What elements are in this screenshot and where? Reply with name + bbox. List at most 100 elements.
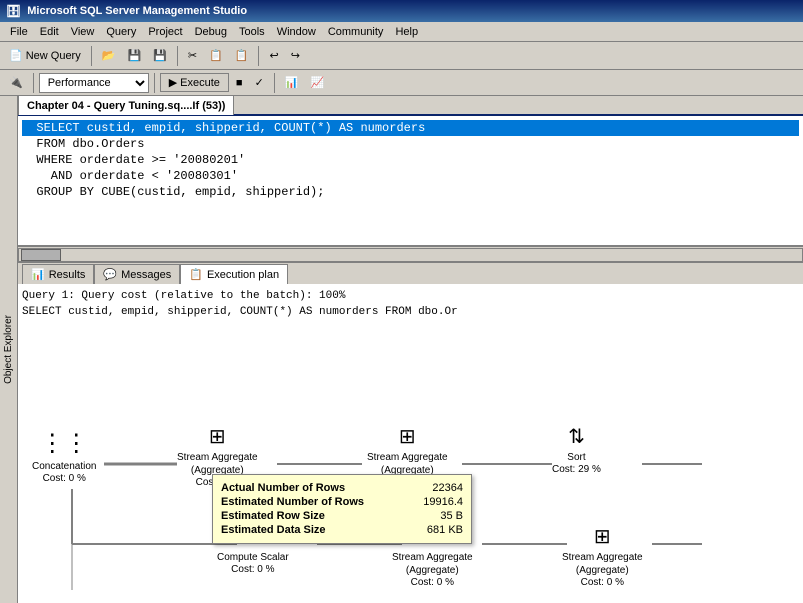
new-query-label: New Query bbox=[26, 50, 81, 62]
sql-line-4: AND orderdate < '20080301' bbox=[22, 168, 799, 184]
menu-help[interactable]: Help bbox=[389, 24, 424, 40]
tooltip-label-3: Estimated Row Size bbox=[221, 510, 325, 522]
concatenation-node[interactable]: ⋮⋮ Concatenation Cost: 0 % bbox=[32, 429, 97, 484]
app-title: Microsoft SQL Server Management Studio bbox=[27, 5, 247, 17]
toolbar-separator-1 bbox=[91, 46, 92, 66]
execution-plan-icon: 📋 bbox=[189, 268, 203, 281]
tooltip-value-3: 35 B bbox=[440, 510, 463, 522]
object-explorer-label: Object Explorer bbox=[3, 315, 14, 384]
toolbar2-sep3 bbox=[274, 73, 275, 93]
node-tooltip: Actual Number of Rows 22364 Estimated Nu… bbox=[212, 474, 472, 544]
stats-icon: 📈 bbox=[311, 76, 325, 89]
plan-header-line2: SELECT custid, empid, shipperid, COUNT(*… bbox=[22, 304, 799, 320]
new-query-icon: 📄 bbox=[9, 49, 23, 62]
stream-agg-4-node[interactable]: ⊞ Stream Aggregate(Aggregate) Cost: 0 % bbox=[562, 524, 643, 588]
execute-label: Execute bbox=[180, 77, 220, 89]
stream-agg-4-cost: Cost: 0 % bbox=[562, 577, 643, 588]
tooltip-row-2: Estimated Number of Rows 19916.4 bbox=[221, 495, 463, 509]
database-dropdown[interactable]: Performance bbox=[39, 73, 149, 93]
stop-icon: ■ bbox=[236, 77, 243, 89]
query-tab-label: Chapter 04 - Query Tuning.sq....If (53)) bbox=[27, 100, 225, 112]
toolbar-1: 📄 New Query 📂 💾 💾 ✂ 📋 📋 ↩ ↪ bbox=[0, 42, 803, 70]
menu-bar: File Edit View Query Project Debug Tools… bbox=[0, 22, 803, 42]
sql-line-3: WHERE orderdate >= '20080201' bbox=[22, 152, 799, 168]
menu-tools[interactable]: Tools bbox=[233, 24, 271, 40]
new-query-button[interactable]: 📄 New Query bbox=[4, 46, 86, 65]
save-button[interactable]: 💾 bbox=[122, 46, 146, 65]
messages-tab[interactable]: 💬 Messages bbox=[94, 264, 180, 284]
stream-agg-4-label: Stream Aggregate(Aggregate) bbox=[562, 551, 643, 577]
compute-scalar-1-cost: Cost: 0 % bbox=[217, 564, 289, 575]
sort-icon: ⇅ bbox=[552, 424, 601, 449]
plan-icon: 📊 bbox=[285, 76, 299, 89]
menu-debug[interactable]: Debug bbox=[189, 24, 233, 40]
menu-window[interactable]: Window bbox=[271, 24, 322, 40]
toolbar-separator-3 bbox=[258, 46, 259, 66]
sql-line-5: GROUP BY CUBE(custid, empid, shipperid); bbox=[22, 184, 799, 200]
undo-button[interactable]: ↩ bbox=[264, 46, 283, 65]
save-all-icon: 💾 bbox=[153, 49, 167, 62]
concatenation-icon: ⋮⋮ bbox=[32, 429, 97, 458]
menu-file[interactable]: File bbox=[4, 24, 34, 40]
stream-agg-2-icon: ⊞ bbox=[367, 424, 448, 449]
menu-view[interactable]: View bbox=[65, 24, 101, 40]
redo-icon: ↪ bbox=[291, 49, 300, 62]
stop-button[interactable]: ■ bbox=[231, 74, 248, 92]
plan-diagram[interactable]: ⋮⋮ Concatenation Cost: 0 % ⊞ Stream Aggr… bbox=[22, 324, 799, 590]
tooltip-value-4: 681 KB bbox=[427, 524, 463, 536]
execution-plan-panel: Query 1: Query cost (relative to the bat… bbox=[18, 284, 803, 603]
execution-plan-tab[interactable]: 📋 Execution plan bbox=[180, 264, 288, 284]
copy-button[interactable]: 📋 bbox=[204, 46, 228, 65]
sort-node[interactable]: ⇅ Sort Cost: 29 % bbox=[552, 424, 601, 475]
plan-header: Query 1: Query cost (relative to the bat… bbox=[22, 288, 799, 320]
query-tab-bar: Chapter 04 - Query Tuning.sq....If (53)) bbox=[18, 96, 803, 116]
execution-plan-label: Execution plan bbox=[207, 269, 279, 281]
sql-line-1: SELECT custid, empid, shipperid, COUNT(*… bbox=[22, 120, 799, 136]
menu-edit[interactable]: Edit bbox=[34, 24, 65, 40]
open-button[interactable]: 📂 bbox=[97, 46, 121, 65]
concatenation-cost: Cost: 0 % bbox=[32, 473, 97, 484]
paste-icon: 📋 bbox=[235, 49, 249, 62]
results-tab-icon: 📊 bbox=[31, 268, 45, 281]
tooltip-label-1: Actual Number of Rows bbox=[221, 482, 345, 494]
stream-agg-1-icon: ⊞ bbox=[177, 424, 258, 449]
concatenation-label: Concatenation bbox=[32, 460, 97, 473]
stream-agg-3-label: Stream Aggregate(Aggregate) bbox=[392, 551, 473, 577]
connect-button[interactable]: 🔌 bbox=[4, 73, 28, 92]
title-bar: 🗄 Microsoft SQL Server Management Studio bbox=[0, 0, 803, 22]
cut-button[interactable]: ✂ bbox=[183, 46, 202, 65]
redo-button[interactable]: ↪ bbox=[286, 46, 305, 65]
object-explorer-sidebar: Object Explorer bbox=[0, 96, 18, 603]
stream-agg-4-icon: ⊞ bbox=[562, 524, 643, 549]
results-tab[interactable]: 📊 Results bbox=[22, 264, 94, 284]
main-area: Object Explorer Chapter 04 - Query Tunin… bbox=[0, 96, 803, 603]
sql-editor[interactable]: SELECT custid, empid, shipperid, COUNT(*… bbox=[18, 116, 803, 246]
toolbar2-sep2 bbox=[154, 73, 155, 93]
sort-label: Sort bbox=[552, 451, 601, 464]
connect-icon: 🔌 bbox=[9, 76, 23, 89]
horizontal-scrollbar[interactable] bbox=[18, 246, 803, 262]
messages-tab-icon: 💬 bbox=[103, 268, 117, 281]
query-tab-item[interactable]: Chapter 04 - Query Tuning.sq....If (53)) bbox=[18, 95, 234, 115]
parse-button[interactable]: ✓ bbox=[250, 73, 269, 92]
sort-cost: Cost: 29 % bbox=[552, 464, 601, 475]
menu-project[interactable]: Project bbox=[142, 24, 188, 40]
save-icon: 💾 bbox=[127, 49, 141, 62]
execute-button[interactable]: ▶ Execute bbox=[160, 73, 229, 92]
tooltip-value-2: 19916.4 bbox=[423, 496, 463, 508]
menu-community[interactable]: Community bbox=[322, 24, 390, 40]
plan-header-line1: Query 1: Query cost (relative to the bat… bbox=[22, 288, 799, 304]
paste-button[interactable]: 📋 bbox=[230, 46, 254, 65]
sql-line-2: FROM dbo.Orders bbox=[22, 136, 799, 152]
tooltip-label-2: Estimated Number of Rows bbox=[221, 496, 364, 508]
save-all-button[interactable]: 💾 bbox=[148, 46, 172, 65]
toolbar2-sep bbox=[33, 73, 34, 93]
include-stats-button[interactable]: 📈 bbox=[306, 73, 330, 92]
include-plan-button[interactable]: 📊 bbox=[280, 73, 304, 92]
toolbar-2: 🔌 Performance ▶ Execute ■ ✓ 📊 📈 bbox=[0, 70, 803, 96]
results-tab-label: Results bbox=[49, 269, 86, 281]
parse-icon: ✓ bbox=[255, 76, 264, 89]
tooltip-row-3: Estimated Row Size 35 B bbox=[221, 509, 463, 523]
menu-query[interactable]: Query bbox=[100, 24, 142, 40]
execute-play-icon: ▶ bbox=[169, 76, 177, 89]
